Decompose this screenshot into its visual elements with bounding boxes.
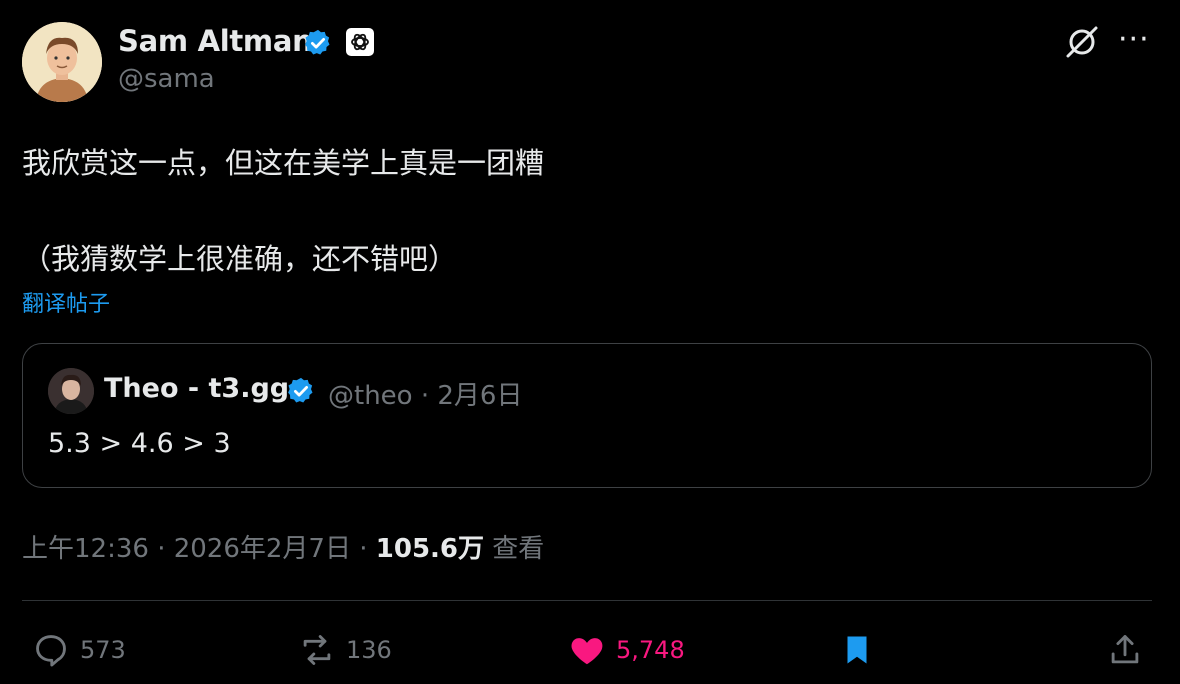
reply-count: 573 bbox=[80, 636, 126, 664]
post-text-line-2: （我猜数学上很准确，还不错吧） bbox=[22, 242, 458, 276]
grok-icon[interactable] bbox=[1064, 24, 1100, 60]
openai-logo-icon[interactable] bbox=[346, 28, 374, 56]
like-button[interactable]: 5,748 bbox=[568, 630, 685, 670]
translate-post-link[interactable]: 翻译帖子 bbox=[22, 286, 110, 318]
quoted-author-name[interactable]: Theo - t3.gg bbox=[104, 373, 289, 404]
author-name[interactable]: Sam Altman bbox=[118, 24, 313, 58]
post-timestamp[interactable]: 上午12:36 · 2026年2月7日 · bbox=[22, 534, 376, 564]
author-avatar[interactable] bbox=[22, 22, 102, 102]
heart-filled-icon bbox=[571, 638, 603, 665]
view-count: 105.6万 bbox=[375, 534, 485, 564]
quoted-handle[interactable]: @theo bbox=[328, 381, 413, 411]
quoted-post-text: 5.3 > 4.6 > 3 bbox=[48, 428, 231, 459]
post-meta: 上午12:36 · 2026年2月7日 · 105.6万 查看 bbox=[22, 528, 544, 565]
post-text-line-1: 我欣赏这一点，但这在美学上真是一团糟 bbox=[22, 146, 545, 180]
quoted-verified-badge-icon bbox=[286, 376, 316, 406]
like-count: 5,748 bbox=[616, 636, 685, 664]
quoted-date: · 2月6日 bbox=[412, 381, 523, 411]
more-options-icon[interactable]: ··· bbox=[1118, 22, 1150, 57]
quoted-post-card[interactable] bbox=[22, 343, 1152, 488]
share-icon bbox=[1111, 635, 1139, 664]
author-handle[interactable]: @sama bbox=[118, 64, 215, 94]
repost-icon bbox=[303, 635, 331, 665]
verified-badge-icon bbox=[303, 28, 333, 58]
views-label: 查看 bbox=[484, 534, 545, 564]
reply-icon bbox=[36, 635, 66, 667]
repost-count: 136 bbox=[346, 636, 392, 664]
bookmark-button[interactable] bbox=[838, 630, 876, 670]
bookmark-icon bbox=[847, 636, 867, 664]
repost-button[interactable]: 136 bbox=[298, 630, 392, 670]
quoted-author-handle-date: @theo · 2月6日 bbox=[328, 375, 522, 412]
reply-button[interactable]: 573 bbox=[32, 630, 126, 670]
quoted-author-avatar[interactable] bbox=[48, 368, 94, 414]
share-button[interactable] bbox=[1106, 630, 1144, 670]
divider bbox=[22, 600, 1152, 601]
